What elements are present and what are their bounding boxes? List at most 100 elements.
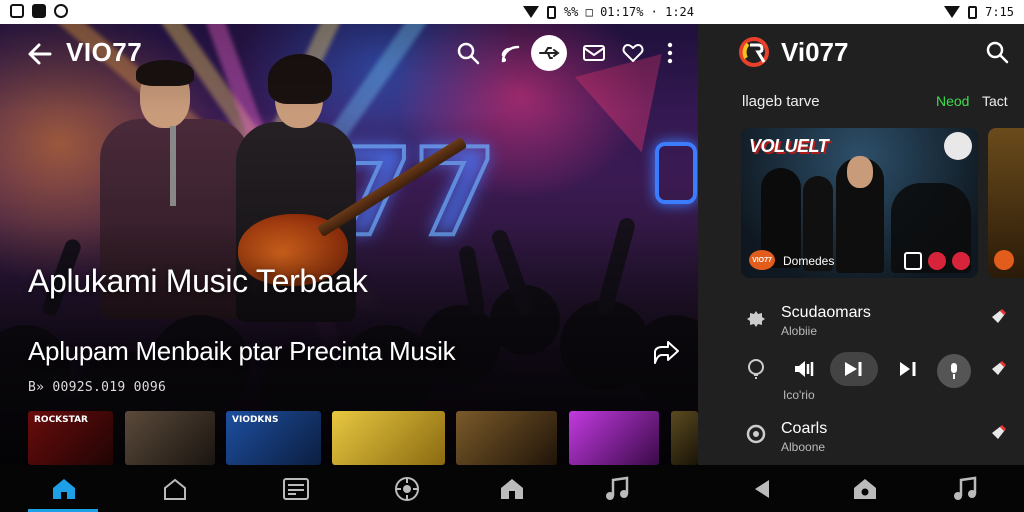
logo-icon [739, 37, 769, 67]
controls-label: Ico'rio [783, 388, 815, 402]
card-avatar [944, 132, 972, 160]
list-item[interactable]: Coarls Alboone [741, 418, 1024, 462]
arrow-left-icon [28, 43, 52, 65]
usb-button[interactable] [531, 35, 567, 71]
notification-icon [10, 4, 24, 18]
heart-icon [622, 44, 644, 62]
battery-icon [968, 5, 978, 19]
pin-icon[interactable] [989, 422, 1009, 442]
music-note-icon [606, 476, 629, 500]
list-item[interactable]: Scudaomars Alobiie [741, 302, 1024, 346]
thumbnail[interactable]: ROCKSTAR [28, 411, 113, 465]
card-action-icon[interactable] [928, 252, 946, 270]
list-item-title: Scudaomars [781, 304, 871, 321]
lightbulb-icon[interactable] [745, 358, 767, 380]
app-title: VIO77 [66, 37, 143, 67]
vinyl-icon [395, 477, 419, 501]
settings-button[interactable] [937, 354, 971, 388]
more-button[interactable] [657, 40, 683, 66]
status-icons-right-2: 7:15 [944, 5, 1014, 19]
hero-banner[interactable]: 77 [0, 24, 698, 465]
side-search-button[interactable] [985, 40, 1009, 64]
triangle-back-icon [755, 480, 769, 498]
play-next-button[interactable] [830, 352, 878, 386]
home-icon [854, 479, 876, 499]
share-button[interactable] [652, 340, 680, 366]
section-tab-tact[interactable]: Tact [982, 93, 1008, 109]
status-time: %% □ 01:17% · 1:24 [563, 5, 694, 19]
card-face [847, 156, 873, 188]
back-button[interactable] [26, 40, 54, 68]
card-action-icon[interactable] [904, 252, 922, 270]
thumbnail-strip[interactable]: ROCKSTAR VIODKNS [28, 411, 698, 465]
hero-subline: Aplupam Menbaik ptar Precinta Musik [28, 336, 456, 366]
list-item-subtitle: Alboone [781, 440, 826, 454]
nav-back[interactable] [747, 475, 777, 503]
card-title: VOLUELT [749, 136, 829, 156]
nav-music[interactable] [602, 475, 632, 503]
home-outline-icon [164, 478, 186, 500]
mail-icon [583, 45, 605, 61]
nav-music-system[interactable] [950, 475, 980, 503]
card-action-icon[interactable] [952, 252, 970, 270]
card-name: Domedes [783, 254, 835, 268]
hero-headline: Aplukami Music Terbaak [28, 263, 368, 299]
home-icon [53, 479, 75, 499]
usb-icon [539, 47, 560, 59]
play-next-icon [845, 362, 862, 376]
cast-button[interactable] [497, 40, 523, 66]
section-title: llageb tarve [742, 93, 820, 110]
card-badge-icon [994, 250, 1014, 270]
card-actions [904, 252, 970, 270]
nav-home-system[interactable] [850, 475, 880, 503]
hero-gradient-overlay [0, 24, 698, 465]
store-icon [501, 479, 523, 499]
nav-home[interactable] [49, 475, 79, 503]
search-icon [986, 41, 1009, 64]
player-controls: Ico'rio [741, 352, 1024, 404]
bottom-navigation [0, 465, 1024, 512]
favorite-button[interactable] [620, 40, 646, 66]
nav-discover[interactable] [392, 475, 422, 503]
wifi-icon [522, 6, 539, 18]
cast-icon [501, 45, 520, 63]
nav-explore[interactable] [160, 475, 190, 503]
hero-byline: B» 0092S.019 0096 [28, 380, 167, 395]
app-logo [738, 36, 770, 68]
thumbnail-label: ROCKSTAR [34, 415, 88, 425]
notification-icon [32, 4, 46, 18]
music-note-icon [954, 476, 977, 500]
featured-card[interactable]: VOLUELT VIO77 Domedes [741, 128, 978, 278]
search-button[interactable] [455, 40, 481, 66]
thumbnail[interactable] [125, 411, 215, 465]
notification-icon [54, 4, 68, 18]
wifi-icon [944, 6, 961, 18]
nav-store[interactable] [497, 475, 527, 503]
nav-library[interactable] [281, 475, 311, 503]
mail-button[interactable] [581, 40, 607, 66]
status-time-2: 7:15 [985, 5, 1014, 19]
pin-icon[interactable] [989, 306, 1009, 326]
pin-icon[interactable] [989, 358, 1009, 378]
thumbnail[interactable] [332, 411, 445, 465]
battery-icon [546, 5, 556, 19]
thumbnail[interactable]: VIODKNS [226, 411, 321, 465]
thumbnail[interactable] [456, 411, 557, 465]
gear-icon [747, 311, 765, 327]
status-bar: %% □ 01:17% · 1:24 7:15 [0, 0, 1024, 24]
thumbnail[interactable] [671, 411, 698, 465]
status-icons-right: %% □ 01:17% · 1:24 [522, 5, 694, 19]
thumbnail-label: VIODKNS [232, 415, 279, 425]
volume-icon[interactable] [793, 358, 817, 380]
share-icon [654, 341, 679, 364]
status-icons-left [10, 4, 68, 18]
next-card[interactable] [988, 128, 1024, 278]
more-vertical-icon [667, 42, 673, 64]
card-badge: VIO77 [749, 250, 775, 270]
list-item-subtitle: Alobiie [781, 324, 818, 338]
library-icon [283, 478, 309, 500]
section-tab-new[interactable]: Neod [936, 93, 969, 109]
skip-icon[interactable] [897, 358, 919, 380]
thumbnail[interactable] [569, 411, 659, 465]
mic-icon [951, 363, 957, 379]
